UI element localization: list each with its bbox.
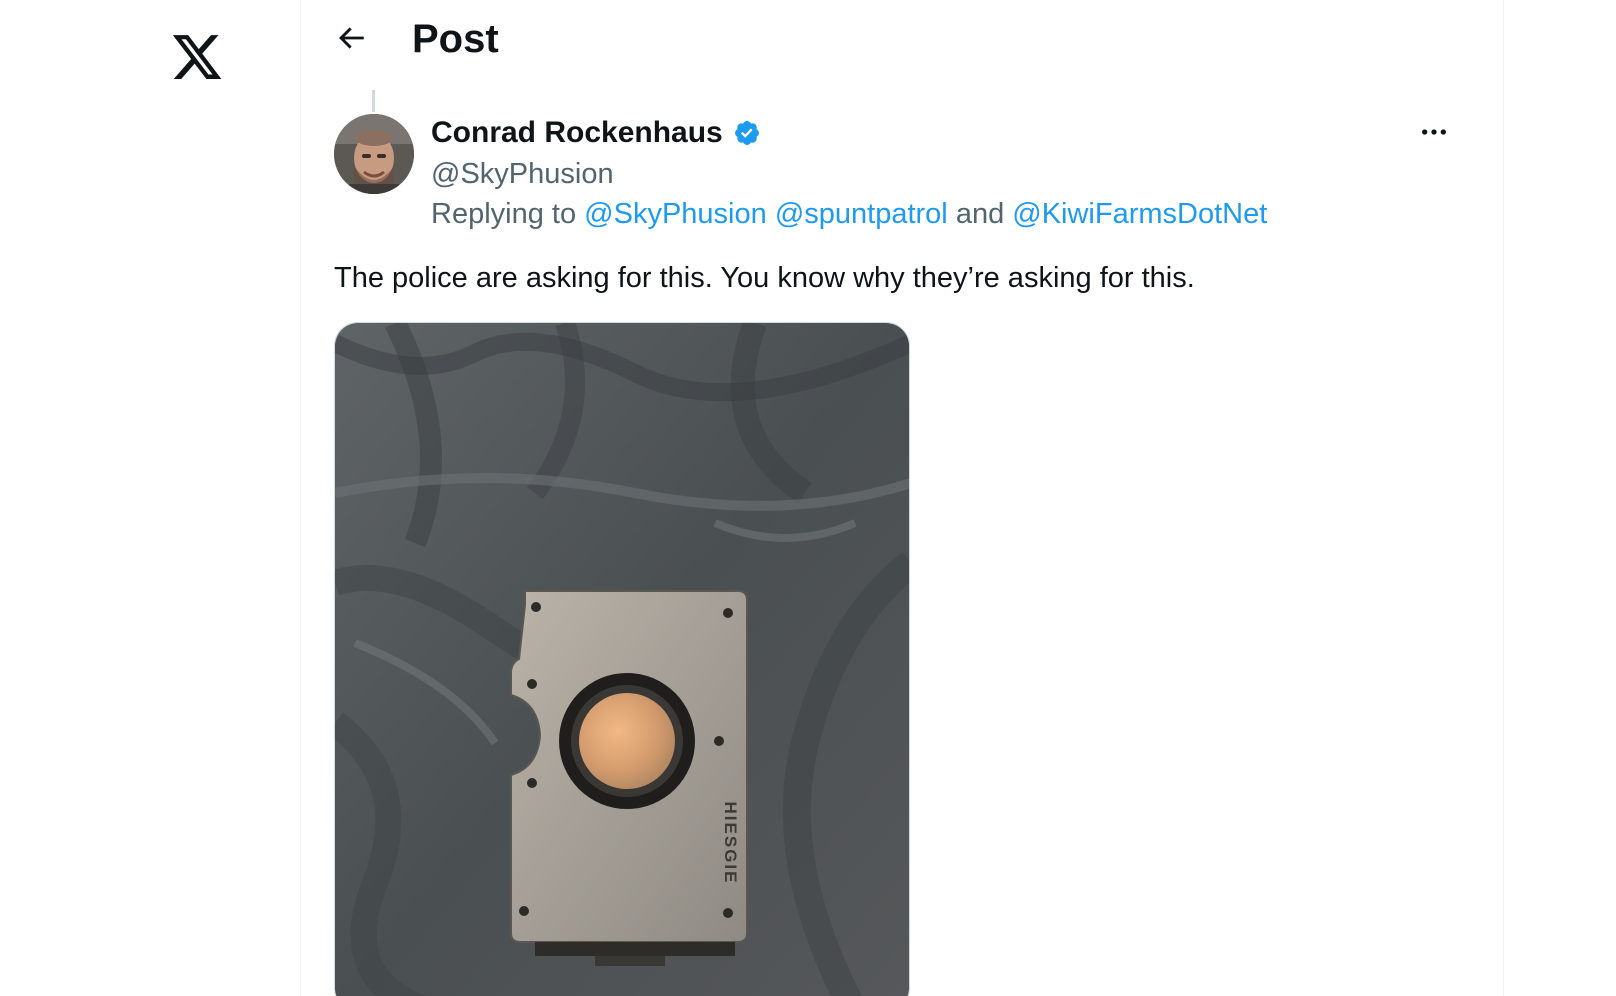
verified-badge-icon <box>734 121 759 145</box>
thread-connector-line <box>372 90 375 112</box>
more-options-icon <box>1422 129 1446 135</box>
back-button[interactable] <box>329 16 373 60</box>
mention-link[interactable]: @spuntpatrol <box>775 198 948 230</box>
page-title: Post <box>412 17 499 61</box>
tweet-media-photo[interactable]: HIESGIE <box>334 322 910 996</box>
back-arrow-icon <box>339 27 364 49</box>
page-header: Post <box>301 0 1503 78</box>
author-name[interactable]: Conrad Rockenhaus <box>431 113 723 153</box>
more-options-button[interactable] <box>1412 110 1456 154</box>
wallet-brand-logo: HIESGIE <box>721 802 740 885</box>
mention-link[interactable]: @SkyPhusion <box>584 198 767 230</box>
tweet-text: The police are asking for this. You know… <box>334 262 1195 294</box>
page: Post Conrad Rockenhaus @SkyPhusion Reply… <box>0 0 1616 996</box>
mention-link[interactable]: @KiwiFarmsDotNet <box>1012 198 1267 230</box>
reply-conjunction: and <box>955 198 1005 230</box>
replying-to-line: Replying to @SkyPhusion @spuntpatrol and… <box>431 194 1267 234</box>
author-handle[interactable]: @SkyPhusion <box>431 154 614 194</box>
reply-prefix: Replying to <box>431 198 577 230</box>
author-name-row[interactable]: Conrad Rockenhaus <box>431 113 761 153</box>
avatar[interactable] <box>334 114 414 194</box>
x-logo-icon[interactable] <box>170 30 224 84</box>
left-navigation-rail <box>0 0 300 996</box>
